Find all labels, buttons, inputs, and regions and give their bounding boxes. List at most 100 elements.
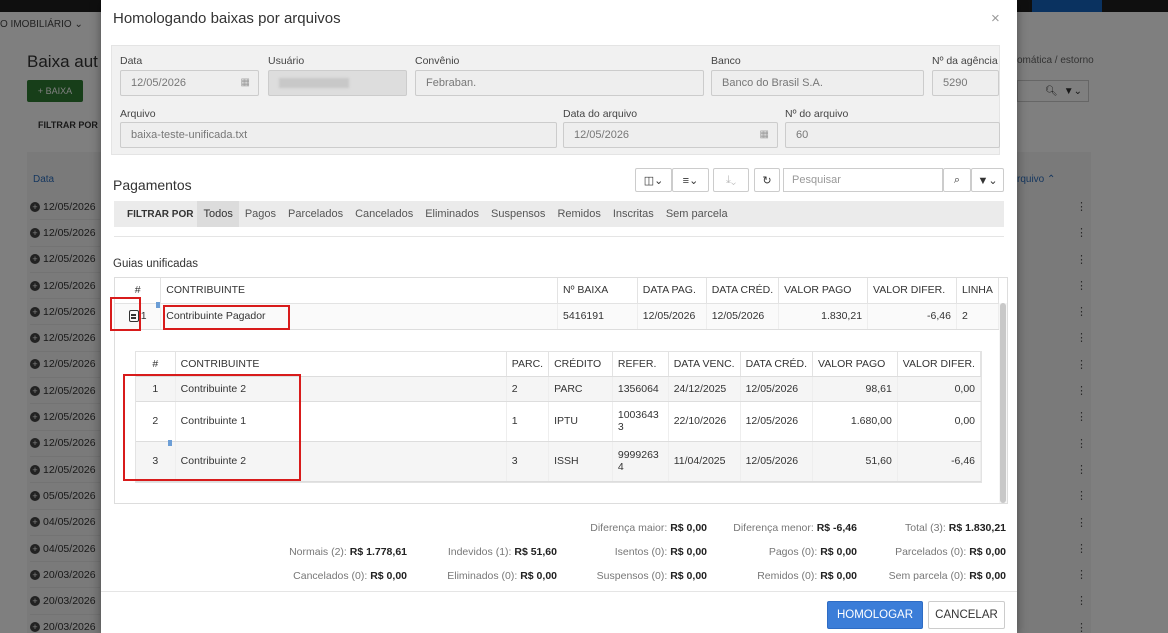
tab-remidos[interactable]: Remidos <box>551 201 606 227</box>
column-header[interactable]: CONTRIBUINTE <box>160 278 559 304</box>
tab-inscritas[interactable]: Inscritas <box>607 201 660 227</box>
summary-value: R$ 0,00 <box>670 546 707 558</box>
cell-refer: 1356064 <box>612 376 669 402</box>
summary-dif-maior: Diferença maior: R$ 0,00 <box>581 522 707 534</box>
num-arquivo-field[interactable]: 60 <box>785 122 1000 148</box>
download-icon: ⤓⌄ <box>725 173 737 186</box>
column-header[interactable]: VALOR PAGO <box>812 352 898 377</box>
homologation-modal: Homologando baixas por arquivos × Data 1… <box>101 0 1017 633</box>
export-toggle[interactable]: ⤓⌄ <box>713 168 749 192</box>
refresh-button[interactable]: ↻ <box>754 168 780 192</box>
column-header[interactable]: DATA VENC. <box>668 352 741 377</box>
column-header[interactable]: REFER. <box>612 352 669 377</box>
summary-label: Isentos (0): <box>614 546 668 558</box>
usuario-redacted <box>279 78 349 88</box>
cell-valor-pago: 1.680,00 <box>812 401 898 442</box>
table-row[interactable]: 1 Contribuinte 2 2 PARC 1356064 24/12/2025 12/… <box>136 376 982 402</box>
column-header[interactable]: PARC. <box>506 352 550 377</box>
cell-parc: 2 <box>506 376 550 402</box>
search-button[interactable]: ⌕ <box>943 168 971 192</box>
summary-label: Remidos (0): <box>757 570 818 582</box>
filter-label: FILTRAR POR <box>127 208 194 220</box>
summary-value: R$ 0,00 <box>370 570 407 582</box>
tab-suspensos[interactable]: Suspensos <box>485 201 551 227</box>
summary-value: R$ 0,00 <box>670 570 707 582</box>
cell-data-cred: 12/05/2026 <box>740 376 814 402</box>
tab-eliminados[interactable]: Eliminados <box>419 201 485 227</box>
cell-data-venc: 24/12/2025 <box>668 376 741 402</box>
search-input[interactable] <box>792 174 942 186</box>
list-toggle[interactable]: ≡⌄ <box>672 168 709 192</box>
summary-label: Total (3): <box>905 522 946 534</box>
data-label: Data <box>120 55 143 67</box>
table-row[interactable]: 2 Contribuinte 1 1 IPTU 1003643 3 22/10/2026 1… <box>136 401 982 442</box>
column-header[interactable]: VALOR DIFER. <box>897 352 982 377</box>
tab-sem-parcela[interactable]: Sem parcela <box>660 201 734 227</box>
cancelar-button[interactable]: CANCELAR <box>928 601 1005 629</box>
filter-button[interactable]: ▼⌄ <box>971 168 1004 192</box>
pagamentos-title: Pagamentos <box>113 177 192 193</box>
column-header[interactable]: # <box>115 278 162 304</box>
calendar-icon[interactable]: ▦ <box>760 129 769 140</box>
data-field[interactable]: 12/05/2026 ▦ <box>120 70 259 96</box>
cell-num: 2 <box>136 401 176 442</box>
column-header[interactable]: # <box>136 352 176 377</box>
homologar-button[interactable]: HOMOLOGAR <box>827 601 923 629</box>
cell-n-baixa: 5416191 <box>557 303 638 330</box>
calendar-icon[interactable]: ▦ <box>241 77 250 88</box>
banco-field[interactable]: Banco do Brasil S.A. <box>711 70 924 96</box>
refresh-icon: ↻ <box>762 174 772 187</box>
summary-label: Indevidos (1): <box>447 546 512 558</box>
guias-title: Guias unificadas <box>113 258 199 270</box>
summary-label: Diferença menor: <box>733 522 814 534</box>
summary-label: Cancelados (0): <box>293 570 368 582</box>
agencia-field[interactable]: 5290 <box>932 70 999 96</box>
row-number: 1 <box>140 309 147 322</box>
cell-data-venc: 11/04/2025 <box>668 441 741 482</box>
column-header[interactable]: DATA PAG. <box>637 278 707 304</box>
tab-pagos[interactable]: Pagos <box>239 201 282 227</box>
arquivo-label: Arquivo <box>120 108 156 120</box>
cell-refer: 9999263 4 <box>612 441 669 482</box>
data-arquivo-field[interactable]: 12/05/2026 ▦ <box>563 122 778 148</box>
summary-label: Sem parcela (0): <box>888 570 967 582</box>
column-header[interactable]: Nº BAIXA <box>557 278 638 304</box>
arquivo-field[interactable]: baixa-teste-unificada.txt <box>120 122 557 148</box>
table-row[interactable]: 1 Contribuinte Pagador 5416191 12/05/202… <box>115 303 1000 330</box>
row-expand-cell[interactable]: 1 <box>115 303 162 330</box>
table-row[interactable]: 3 Contribuinte 2 3 ISSH 9999263 4 11/04/2025 1… <box>136 441 982 482</box>
cell-data-pag: 12/05/2026 <box>637 303 707 330</box>
cell-linha: 2 <box>956 303 1000 330</box>
column-header[interactable]: VALOR DIFER. <box>867 278 957 304</box>
close-icon[interactable]: × <box>991 10 1000 27</box>
cell-valor-pago: 1.830,21 <box>778 303 869 330</box>
inner-header-row: # CONTRIBUINTE PARC. CRÉDITO REFER. DATA VENC… <box>136 352 982 377</box>
data-arquivo-value: 12/05/2026 <box>574 129 630 141</box>
column-header[interactable]: DATA CRÉD. <box>740 352 814 377</box>
column-header[interactable]: DATA CRÉD. <box>706 278 780 304</box>
collapse-icon[interactable] <box>128 310 139 323</box>
scrollbar-thumb[interactable] <box>1000 303 1006 503</box>
columns-toggle[interactable]: ◫⌄ <box>635 168 672 192</box>
usuario-label: Usuário <box>268 55 305 67</box>
summary-label: Diferença maior: <box>590 522 668 534</box>
summary-label: Parcelados (0): <box>895 546 967 558</box>
summary-label: Suspensos (0): <box>596 570 668 582</box>
column-header[interactable]: CONTRIBUINTE <box>175 352 507 377</box>
marker <box>168 440 172 446</box>
convenio-field[interactable]: Febraban. <box>415 70 704 96</box>
cell-valor-pago: 98,61 <box>812 376 898 402</box>
column-header[interactable]: VALOR PAGO <box>778 278 869 304</box>
column-header[interactable]: CRÉDITO <box>548 352 613 377</box>
cell-contribuinte: Contribuinte 2 <box>175 441 507 482</box>
cell-contribuinte: Contribuinte 1 <box>175 401 507 442</box>
tab-todos[interactable]: Todos <box>197 201 239 227</box>
cell-parc: 1 <box>506 401 550 442</box>
summary-value: R$ 1.830,21 <box>948 522 1006 534</box>
usuario-field[interactable] <box>268 70 407 96</box>
cell-contribuinte: Contribuinte 2 <box>175 376 507 402</box>
column-header[interactable]: LINHA <box>956 278 1000 304</box>
tab-cancelados[interactable]: Cancelados <box>349 201 419 227</box>
tab-parcelados[interactable]: Parcelados <box>282 201 349 227</box>
cell-parc: 3 <box>506 441 550 482</box>
